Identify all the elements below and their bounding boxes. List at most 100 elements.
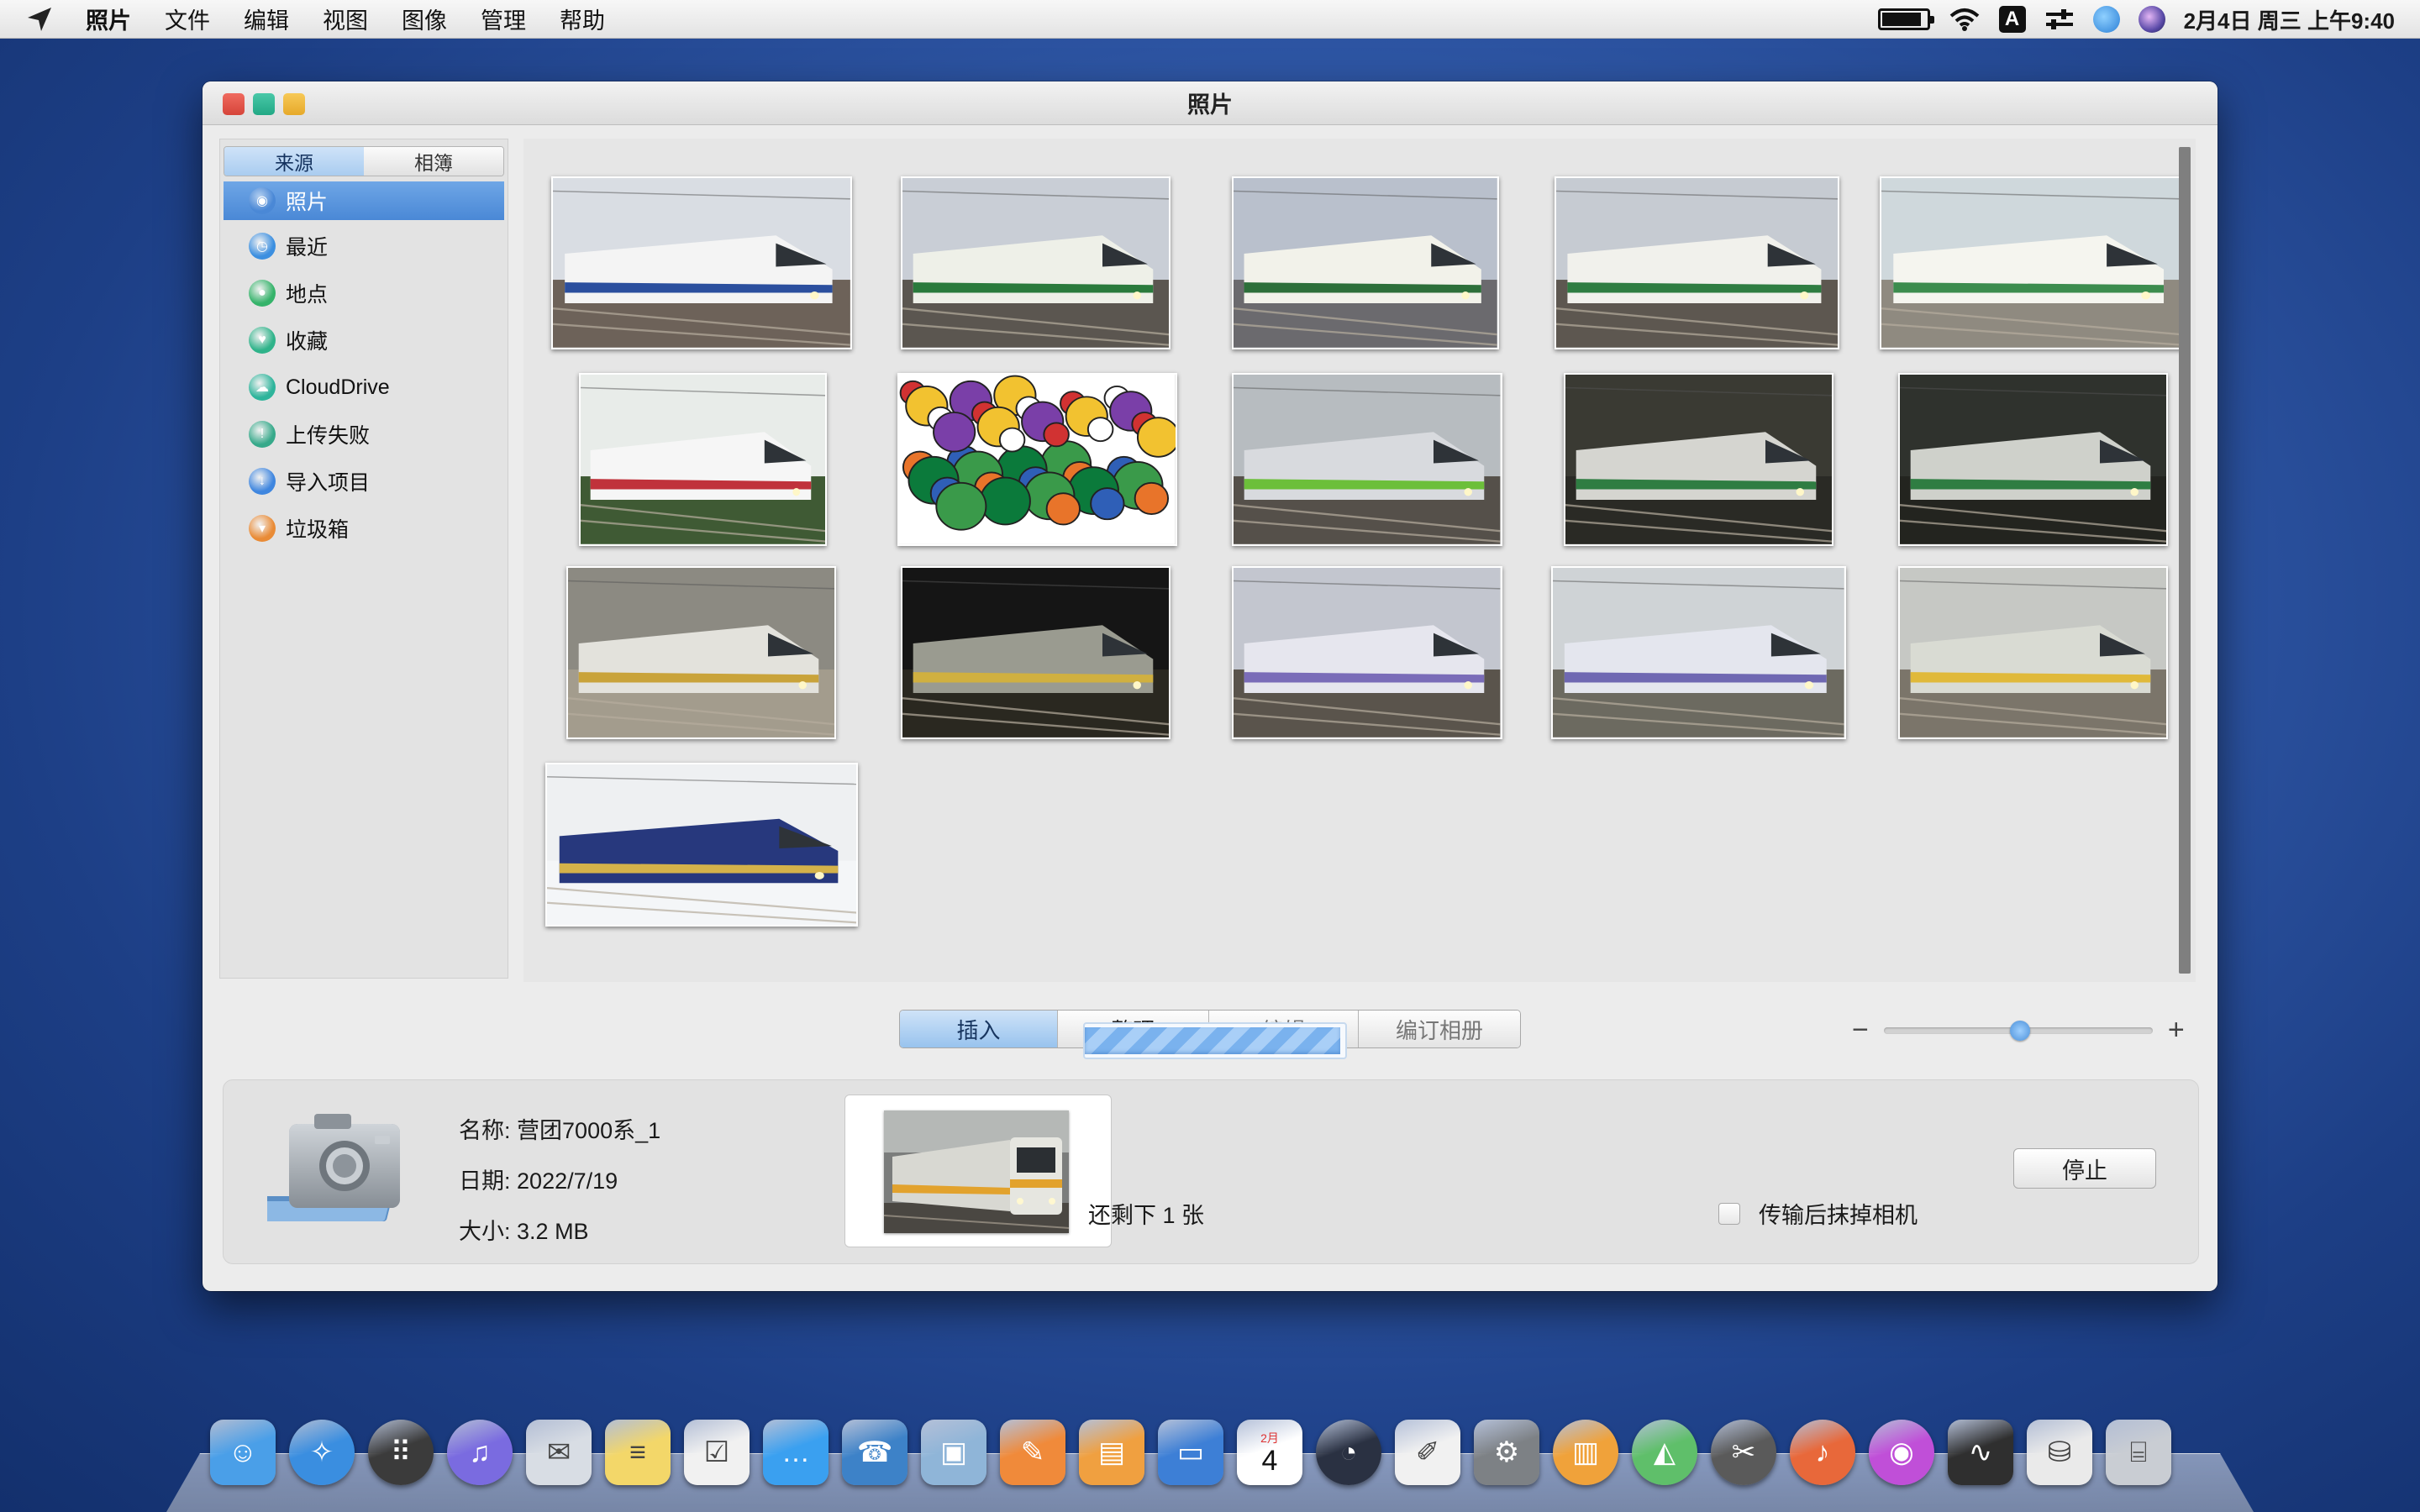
source-album-segment: 来源 相簿 bbox=[224, 146, 504, 176]
zoom-slider[interactable] bbox=[1883, 1020, 2153, 1041]
menu-clock[interactable]: 2月4日 周三 上午9:40 bbox=[2184, 4, 2395, 35]
sidebar-item-clock[interactable]: ◷ 最近 bbox=[224, 225, 504, 267]
zoom-in-button[interactable]: + bbox=[2168, 1014, 2185, 1047]
system-preferences-icon[interactable]: ⚙ bbox=[1474, 1420, 1539, 1485]
sidebar-item-camera[interactable]: ◉ 照片 bbox=[224, 181, 504, 220]
name-value: 营团7000系_1 bbox=[517, 1118, 661, 1143]
photo-thumbnail[interactable] bbox=[1551, 566, 1846, 739]
photo-thumbnail[interactable] bbox=[1563, 372, 1834, 546]
size-value: 3.2 MB bbox=[517, 1219, 589, 1244]
photo-thumbnail[interactable] bbox=[1879, 176, 2184, 350]
menu-app-name[interactable]: 照片 bbox=[86, 3, 131, 35]
itunes-icon[interactable]: ♫ bbox=[447, 1420, 513, 1485]
photo-thumbnail[interactable] bbox=[1554, 176, 1840, 350]
calendar-icon[interactable]: 2月 4 bbox=[1237, 1420, 1302, 1485]
battery-icon[interactable] bbox=[1877, 8, 1934, 30]
photo-grid bbox=[523, 139, 2196, 982]
title-bar[interactable]: 照片 bbox=[203, 81, 2217, 125]
menu-manage[interactable]: 管理 bbox=[481, 3, 526, 35]
import-panel: 名称: 营团7000系_1 日期: 2022/7/19 大小: 3.2 MB bbox=[223, 1079, 2199, 1264]
numbers-icon[interactable]: ▤ bbox=[1079, 1420, 1144, 1485]
trash-icon[interactable]: ⌸ bbox=[2106, 1420, 2171, 1485]
mail-icon[interactable]: ✉ bbox=[526, 1420, 592, 1485]
input-source-icon[interactable]: A bbox=[1998, 6, 2026, 33]
notes-icon[interactable]: ≡ bbox=[605, 1420, 671, 1485]
scrollbar-thumb[interactable] bbox=[2179, 147, 2191, 974]
garageband-icon[interactable]: ♪ bbox=[1790, 1420, 1855, 1485]
erase-after-import-checkbox[interactable] bbox=[1718, 1202, 1740, 1225]
map-pin-icon: ● bbox=[249, 280, 276, 307]
segment-sources[interactable]: 来源 bbox=[224, 147, 364, 176]
sidebar-item-trash[interactable]: ▾ 垃圾箱 bbox=[224, 507, 504, 549]
sidebar-item-download[interactable]: ↓ 导入项目 bbox=[224, 460, 504, 502]
photo-thumbnail[interactable] bbox=[550, 176, 852, 350]
sidebar-item-cloud[interactable]: ☁ CloudDrive bbox=[224, 366, 504, 408]
heart-icon: ♥ bbox=[249, 327, 276, 354]
date-value: 2022/7/19 bbox=[517, 1168, 618, 1194]
reminders-icon[interactable]: ☑ bbox=[684, 1420, 750, 1485]
spotlight-icon[interactable] bbox=[2092, 6, 2120, 33]
photo-thumbnail[interactable] bbox=[566, 566, 837, 739]
keynote-icon[interactable]: ▭ bbox=[1158, 1420, 1223, 1485]
erase-after-import-label[interactable]: 传输后抹掉相机 bbox=[1759, 1197, 1918, 1230]
sidebar-item-warning[interactable]: ! 上传失败 bbox=[224, 413, 504, 455]
pages-icon[interactable]: ✎ bbox=[1000, 1420, 1065, 1485]
calendar-day: 4 bbox=[1261, 1445, 1278, 1477]
photo-thumbnail[interactable] bbox=[1232, 176, 1500, 350]
sidebar-item-label: 收藏 bbox=[286, 330, 329, 354]
zoom-button[interactable] bbox=[283, 93, 305, 115]
siri-icon[interactable] bbox=[2138, 6, 2165, 33]
location-arrow-icon[interactable] bbox=[25, 5, 76, 34]
segment-albums[interactable]: 相簿 bbox=[364, 147, 503, 176]
photo-thumbnail[interactable] bbox=[1232, 566, 1502, 739]
control-strip-icon[interactable] bbox=[2044, 7, 2075, 32]
calendar-month: 2月 bbox=[1260, 1431, 1279, 1445]
wifi-icon[interactable] bbox=[1949, 7, 1981, 32]
import-preview bbox=[844, 1095, 1112, 1247]
photo-thumbnail[interactable] bbox=[544, 762, 858, 927]
zoom-out-button[interactable]: − bbox=[1852, 1014, 1869, 1047]
maps-icon[interactable]: ◭ bbox=[1632, 1420, 1697, 1485]
preview-photo bbox=[884, 1110, 1069, 1233]
photo-thumbnail[interactable] bbox=[578, 372, 828, 546]
photo-thumbnail[interactable] bbox=[897, 372, 1177, 546]
sidebar-item-label: 垃圾箱 bbox=[286, 518, 350, 542]
dmg-file-icon[interactable]: ⛁ bbox=[2027, 1420, 2092, 1485]
minimize-button[interactable] bbox=[253, 93, 275, 115]
contacts-icon[interactable]: ☎ bbox=[842, 1420, 908, 1485]
menu-file[interactable]: 文件 bbox=[165, 3, 210, 35]
ibooks-icon[interactable]: ▥ bbox=[1553, 1420, 1618, 1485]
activity-monitor-icon[interactable]: ∿ bbox=[1948, 1420, 2013, 1485]
close-button[interactable] bbox=[223, 93, 245, 115]
import-metadata: 名称: 营团7000系_1 日期: 2022/7/19 大小: 3.2 MB bbox=[459, 1105, 660, 1257]
textedit-icon[interactable]: ✐ bbox=[1395, 1420, 1460, 1485]
sidebar-item-map-pin[interactable]: ● 地点 bbox=[224, 272, 504, 314]
messages-icon[interactable]: … bbox=[763, 1420, 829, 1485]
size-label: 大小: bbox=[459, 1219, 511, 1244]
preview-icon[interactable]: ▣ bbox=[921, 1420, 986, 1485]
sidebar-item-label: 地点 bbox=[286, 283, 329, 307]
photo-thumbnail[interactable] bbox=[1897, 566, 2169, 739]
launchpad-icon[interactable]: ⠿ bbox=[368, 1420, 434, 1485]
menu-view[interactable]: 视图 bbox=[323, 3, 368, 35]
zoom-slider-knob[interactable] bbox=[2009, 1020, 2030, 1041]
menu-image[interactable]: 图像 bbox=[402, 3, 447, 35]
download-icon: ↓ bbox=[249, 468, 276, 495]
photo-thumbnail[interactable] bbox=[1897, 372, 2169, 546]
stop-button[interactable]: 停止 bbox=[2013, 1148, 2156, 1189]
menu-help[interactable]: 帮助 bbox=[560, 3, 605, 35]
photo-thumbnail[interactable] bbox=[901, 176, 1171, 350]
podcast-icon[interactable]: ◉ bbox=[1869, 1420, 1934, 1485]
menu-edit[interactable]: 编辑 bbox=[244, 3, 289, 35]
photo-thumbnail[interactable] bbox=[901, 566, 1171, 739]
photo-booth-icon[interactable]: ✂ bbox=[1711, 1420, 1776, 1485]
photo-thumbnail[interactable] bbox=[1232, 372, 1502, 546]
tab-book[interactable]: 编订相册 bbox=[1359, 1011, 1520, 1047]
cloud-icon: ☁ bbox=[249, 374, 276, 401]
time-machine-icon[interactable]: ◔ bbox=[1316, 1420, 1381, 1485]
zoom-control: − + bbox=[1852, 1014, 2185, 1047]
sidebar-item-heart[interactable]: ♥ 收藏 bbox=[224, 319, 504, 361]
tab-insert[interactable]: 插入 bbox=[900, 1011, 1058, 1047]
finder-icon[interactable]: ☺ bbox=[210, 1420, 276, 1485]
safari-icon[interactable]: ✧ bbox=[289, 1420, 355, 1485]
